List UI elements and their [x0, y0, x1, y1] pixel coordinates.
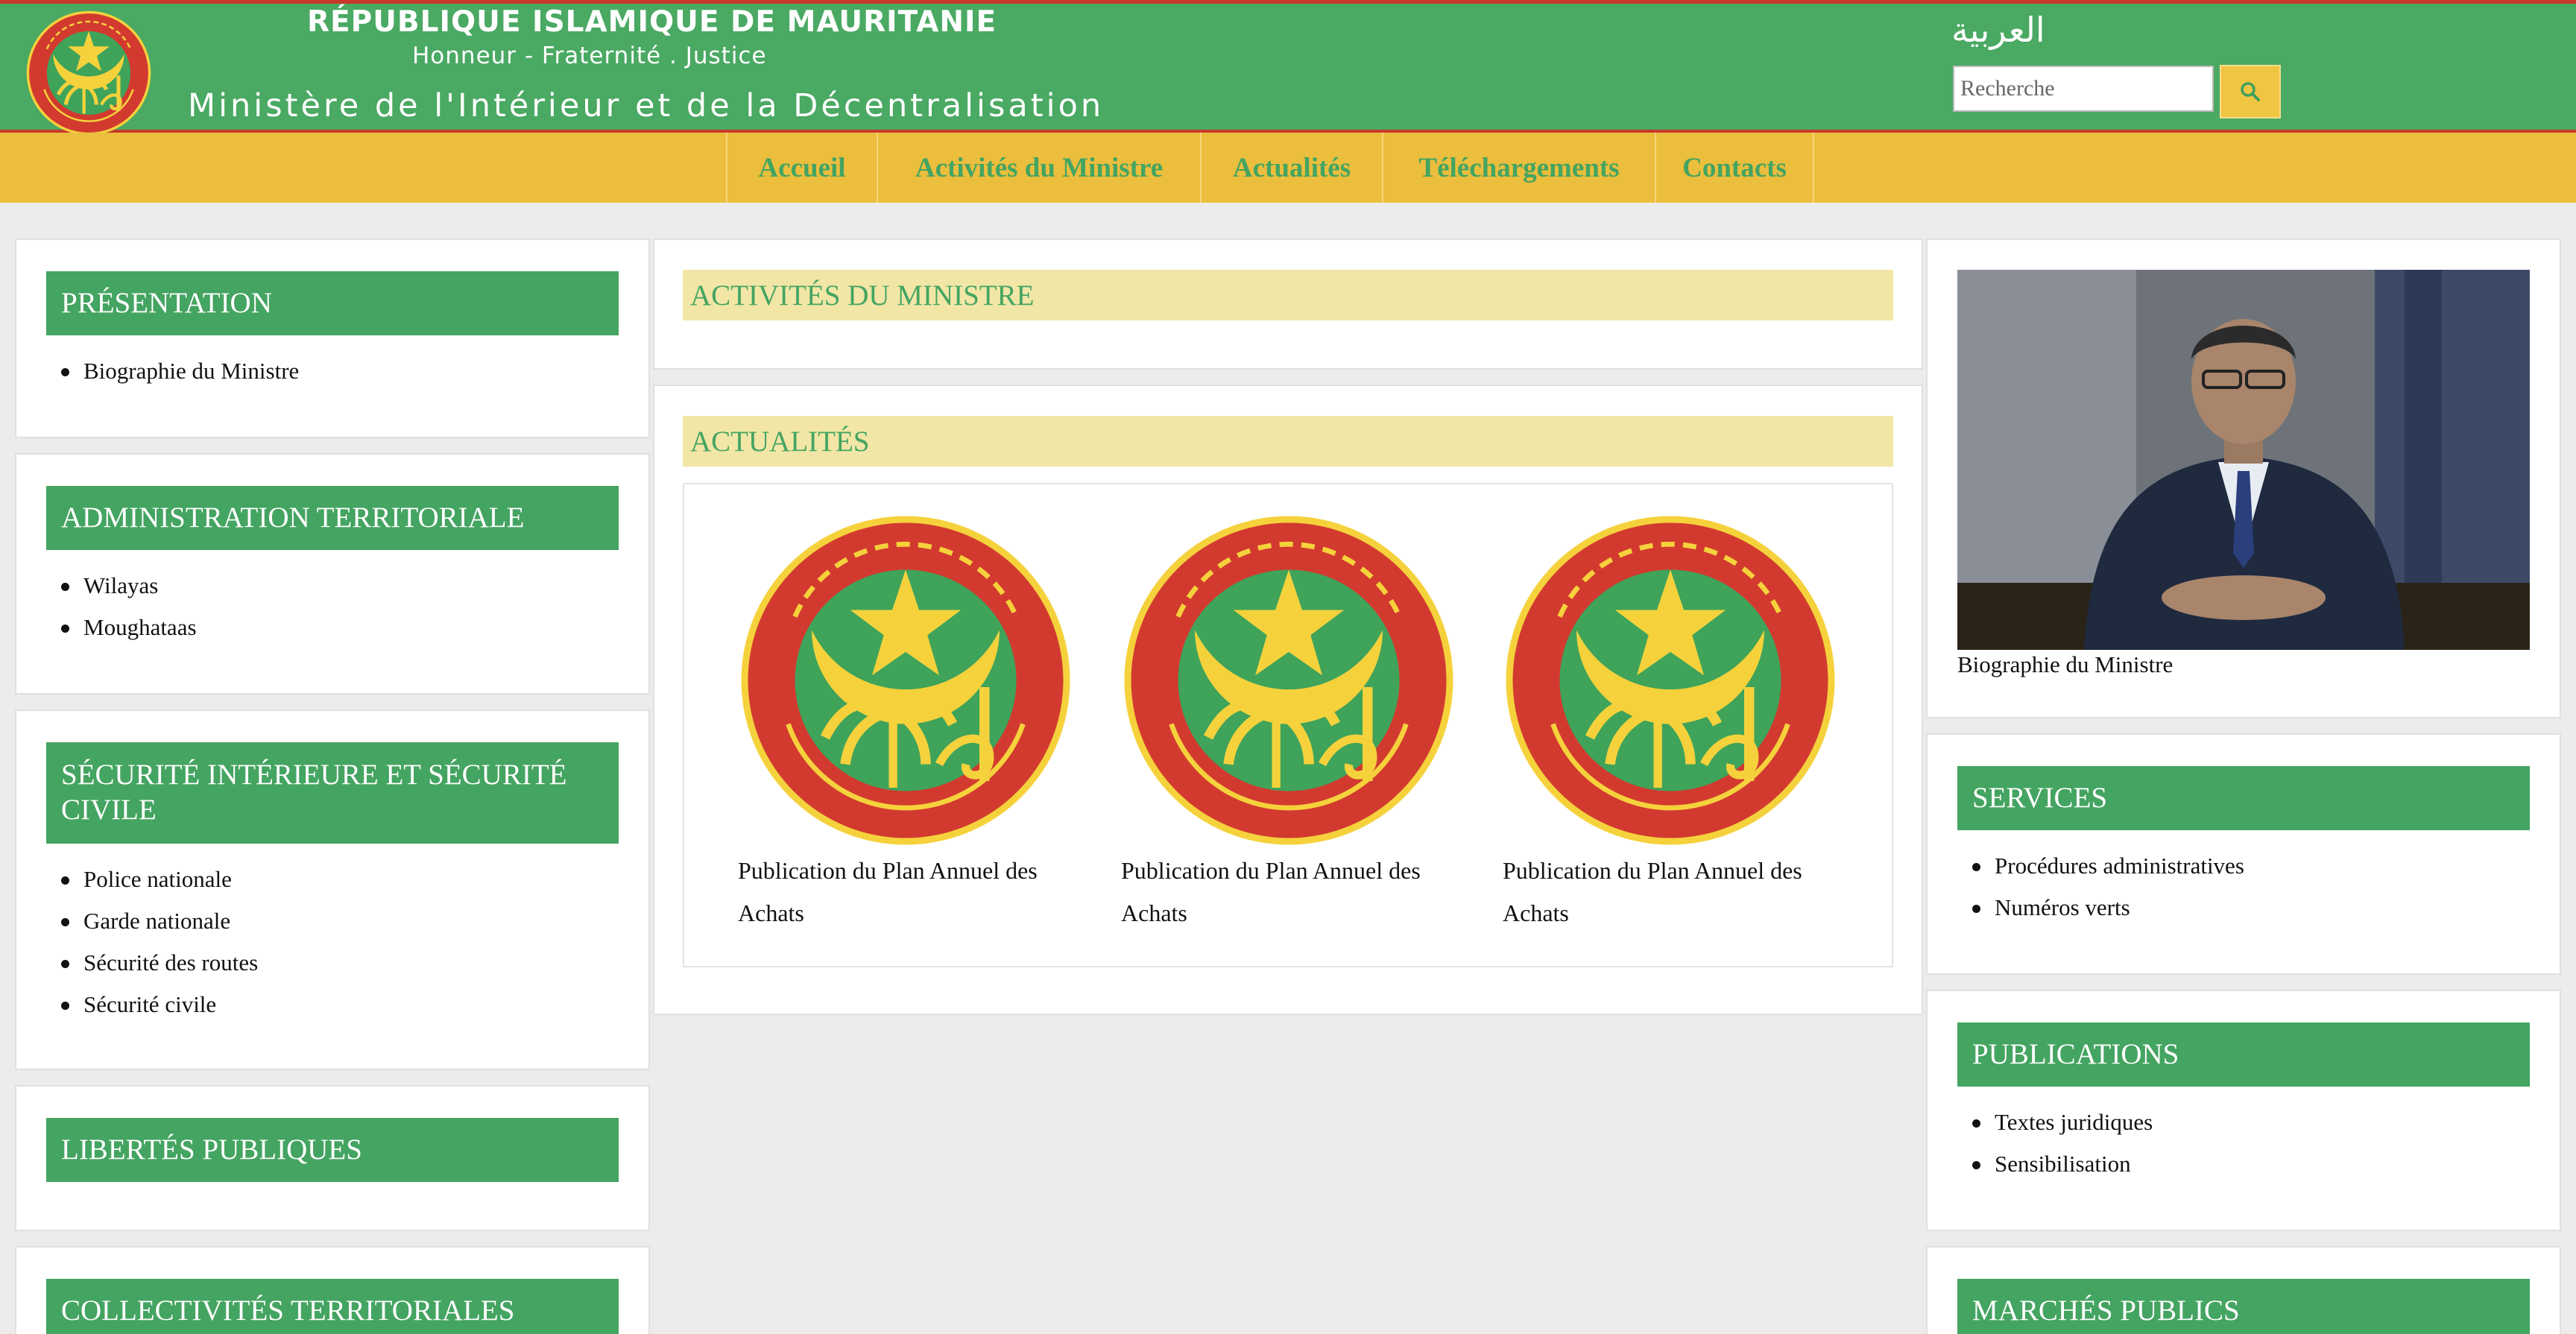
- mauritania-seal-logo[interactable]: [21, 10, 157, 136]
- securite-routes-link[interactable]: Sécurité des routes: [83, 949, 258, 976]
- list-item: Police nationale: [61, 859, 258, 900]
- securite-civile-link[interactable]: Sécurité civile: [83, 991, 216, 1017]
- securite-panel: SÉCURITÉ INTÉRIEURE ET SÉCURITÉ CIVILE P…: [15, 709, 650, 1070]
- list-item: Wilayas: [61, 565, 197, 607]
- panel-heading: PRÉSENTATION: [46, 271, 619, 335]
- sensibilisation-link[interactable]: Sensibilisation: [1995, 1151, 2131, 1177]
- services-panel: SERVICES Procédures administratives Numé…: [1926, 733, 2561, 975]
- news-caption[interactable]: Publication du Plan Annuel des Achats: [1503, 850, 1838, 935]
- site-header: RÉPUBLIQUE ISLAMIQUE DE MAURITANIE Honne…: [0, 0, 2576, 133]
- panel-heading: MARCHÉS PUBLICS: [1957, 1279, 2530, 1334]
- panel-heading: ADMINISTRATION TERRITORIALE: [46, 486, 619, 550]
- list-item: Garde nationale: [61, 900, 258, 942]
- arabic-language-link[interactable]: العربية: [1951, 10, 2045, 50]
- republic-title: RÉPUBLIQUE ISLAMIQUE DE MAURITANIE: [307, 5, 997, 39]
- collectivites-panel: COLLECTIVITÉS TERRITORIALES: [15, 1246, 650, 1334]
- news-seal-image[interactable]: [1503, 513, 1838, 848]
- national-motto: Honneur - Fraternité . Justice: [412, 42, 767, 69]
- link-list: Biographie du Ministre: [61, 350, 299, 392]
- news-seal-image[interactable]: [1121, 513, 1456, 848]
- search-button[interactable]: [2220, 65, 2281, 118]
- search-input[interactable]: [1953, 66, 2214, 112]
- libertes-panel: LIBERTÉS PUBLIQUES: [15, 1085, 650, 1231]
- activites-panel: ACTIVITÉS DU MINISTRE: [653, 238, 1923, 370]
- biographie-link[interactable]: Biographie du Ministre: [83, 358, 299, 384]
- actualites-panel: ACTUALITÉS Publication du Plan Annuel de…: [653, 385, 1923, 1015]
- panel-heading: SERVICES: [1957, 766, 2530, 830]
- numeros-verts-link[interactable]: Numéros verts: [1995, 894, 2130, 920]
- minister-photo-caption[interactable]: Biographie du Ministre: [1957, 651, 2173, 678]
- link-list: Wilayas Moughataas: [61, 565, 197, 648]
- publications-panel: PUBLICATIONS Textes juridiques Sensibili…: [1926, 990, 2561, 1231]
- presentation-panel: PRÉSENTATION Biographie du Ministre: [15, 238, 650, 438]
- minister-panel: Biographie du Ministre: [1926, 238, 2561, 718]
- panel-heading: SÉCURITÉ INTÉRIEURE ET SÉCURITÉ CIVILE: [46, 742, 619, 844]
- news-seal-image[interactable]: [738, 513, 1073, 848]
- ministry-title: Ministère de l'Intérieur et de la Décent…: [188, 87, 1105, 124]
- list-item: Textes juridiques: [1972, 1101, 2153, 1143]
- list-item: Numéros verts: [1972, 887, 2244, 929]
- news-card[interactable]: Publication du Plan Annuel des Achats: [1121, 513, 1456, 935]
- nav-item-actualites[interactable]: Actualités: [1200, 133, 1382, 203]
- link-list: Textes juridiques Sensibilisation: [1972, 1101, 2153, 1185]
- news-caption[interactable]: Publication du Plan Annuel des Achats: [1121, 850, 1456, 935]
- search-icon: [2241, 82, 2260, 101]
- textes-juridiques-link[interactable]: Textes juridiques: [1995, 1109, 2153, 1135]
- news-grid: Publication du Plan Annuel des Achats Pu…: [683, 483, 1893, 967]
- list-item: Sensibilisation: [1972, 1143, 2153, 1185]
- police-nationale-link[interactable]: Police nationale: [83, 866, 232, 892]
- nav-item-telechargements[interactable]: Téléchargements: [1382, 133, 1655, 203]
- panel-heading: LIBERTÉS PUBLIQUES: [46, 1118, 619, 1182]
- moughataas-link[interactable]: Moughataas: [83, 614, 197, 640]
- nav-item-accueil[interactable]: Accueil: [726, 133, 877, 203]
- activites-title[interactable]: ACTIVITÉS DU MINISTRE: [683, 270, 1893, 320]
- marches-panel: MARCHÉS PUBLICS: [1926, 1246, 2561, 1334]
- link-list: Police nationale Garde nationale Sécurit…: [61, 859, 258, 1025]
- list-item: Sécurité civile: [61, 984, 258, 1025]
- list-item: Moughataas: [61, 607, 197, 648]
- nav-item-contacts[interactable]: Contacts: [1655, 133, 1814, 203]
- list-item: Biographie du Ministre: [61, 350, 299, 392]
- news-card[interactable]: Publication du Plan Annuel des Achats: [738, 513, 1073, 935]
- news-card[interactable]: Publication du Plan Annuel des Achats: [1503, 513, 1838, 935]
- minister-photo[interactable]: [1957, 270, 2530, 650]
- nav-item-activites[interactable]: Activités du Ministre: [877, 133, 1200, 203]
- procedures-link[interactable]: Procédures administratives: [1995, 853, 2244, 879]
- garde-nationale-link[interactable]: Garde nationale: [83, 908, 230, 934]
- list-item: Sécurité des routes: [61, 942, 258, 984]
- wilayas-link[interactable]: Wilayas: [83, 572, 158, 598]
- actualites-title[interactable]: ACTUALITÉS: [683, 416, 1893, 467]
- administration-panel: ADMINISTRATION TERRITORIALE Wilayas Moug…: [15, 453, 650, 695]
- news-caption[interactable]: Publication du Plan Annuel des Achats: [738, 850, 1073, 935]
- link-list: Procédures administratives Numéros verts: [1972, 845, 2244, 929]
- panel-heading: COLLECTIVITÉS TERRITORIALES: [46, 1279, 619, 1334]
- main-navigation: Accueil Activités du Ministre Actualités…: [0, 133, 2576, 203]
- list-item: Procédures administratives: [1972, 845, 2244, 887]
- panel-heading: PUBLICATIONS: [1957, 1022, 2530, 1087]
